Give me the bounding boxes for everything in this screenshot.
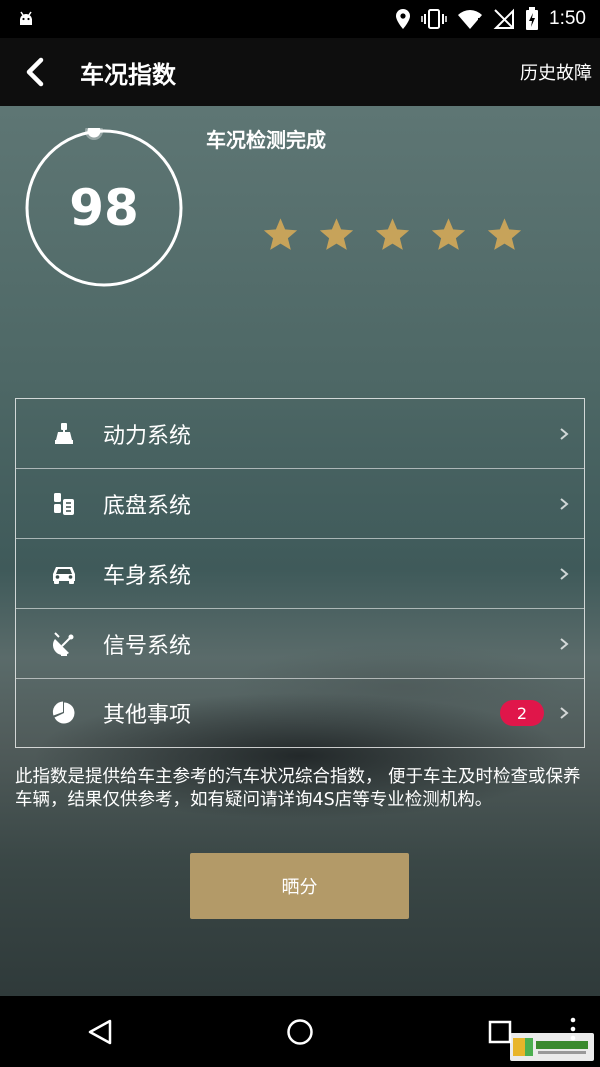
system-item-label: 动力系统 bbox=[103, 423, 192, 449]
rating-stars bbox=[262, 216, 523, 253]
disclaimer-text: 此指数是提供给车主参考的汽车状况综合指数， 便于车主及时检查或保养车辆，结果仅供… bbox=[15, 767, 581, 810]
page-title: 车况指数 bbox=[80, 60, 176, 89]
engine-icon bbox=[51, 421, 77, 447]
star-icon bbox=[431, 218, 466, 250]
nav-home-button[interactable] bbox=[260, 1002, 340, 1062]
system-list: 动力系统 底盘系统 车身系统 信号系统 其他事项 2 bbox=[15, 398, 585, 748]
star-icon bbox=[263, 218, 298, 250]
star-icon bbox=[487, 218, 522, 250]
vibrate-icon bbox=[421, 8, 447, 30]
system-item-label: 信号系统 bbox=[103, 633, 192, 659]
share-score-button[interactable]: 晒分 bbox=[190, 853, 409, 919]
car-body-icon bbox=[51, 561, 77, 587]
chassis-icon bbox=[51, 491, 77, 517]
android-debug-icon bbox=[16, 9, 36, 29]
system-item-power[interactable]: 动力系统 bbox=[16, 399, 584, 469]
pie-icon bbox=[51, 700, 77, 726]
no-sim-icon bbox=[493, 8, 515, 30]
chevron-right-icon bbox=[560, 427, 569, 440]
history-faults-link[interactable]: 历史故障 bbox=[520, 59, 592, 85]
status-bar: 1:50 bbox=[0, 0, 600, 38]
check-status-text: 车况检测完成 bbox=[206, 128, 326, 152]
chevron-right-icon bbox=[560, 567, 569, 580]
watermark-logo-icon bbox=[513, 1038, 588, 1056]
chevron-right-icon bbox=[560, 707, 569, 719]
star-icon bbox=[375, 218, 410, 250]
main-content: 98 车况检测完成 动力系统 底盘系统 车身系统 信号系统 其他事项 2 此指数… bbox=[0, 106, 600, 996]
system-item-signal[interactable]: 信号系统 bbox=[16, 609, 584, 679]
nav-back-button[interactable] bbox=[60, 1002, 140, 1062]
circle-home-icon bbox=[287, 1018, 313, 1045]
system-item-label: 其他事项 bbox=[103, 703, 192, 728]
wifi-icon bbox=[457, 8, 483, 30]
watermark-logo bbox=[510, 1033, 594, 1061]
chevron-right-icon bbox=[560, 497, 569, 510]
star-icon bbox=[319, 218, 354, 250]
status-time: 1:50 bbox=[549, 8, 586, 29]
back-button[interactable] bbox=[0, 38, 70, 106]
system-item-label: 车身系统 bbox=[103, 563, 192, 589]
notification-badge: 2 bbox=[500, 700, 544, 726]
system-item-body[interactable]: 车身系统 bbox=[16, 539, 584, 609]
battery-charging-icon bbox=[525, 7, 539, 31]
satellite-icon bbox=[51, 631, 77, 657]
app-bar: 车况指数 历史故障 bbox=[0, 38, 600, 106]
back-arrow-icon bbox=[26, 57, 44, 87]
system-item-chassis[interactable]: 底盘系统 bbox=[16, 469, 584, 539]
system-nav-bar bbox=[0, 996, 600, 1067]
location-icon bbox=[395, 8, 411, 30]
score-value: 98 bbox=[69, 179, 139, 237]
chevron-right-icon bbox=[560, 637, 569, 650]
triangle-back-icon bbox=[88, 1019, 112, 1044]
system-item-label: 底盘系统 bbox=[103, 493, 192, 519]
system-item-other[interactable]: 其他事项 2 bbox=[16, 679, 584, 747]
